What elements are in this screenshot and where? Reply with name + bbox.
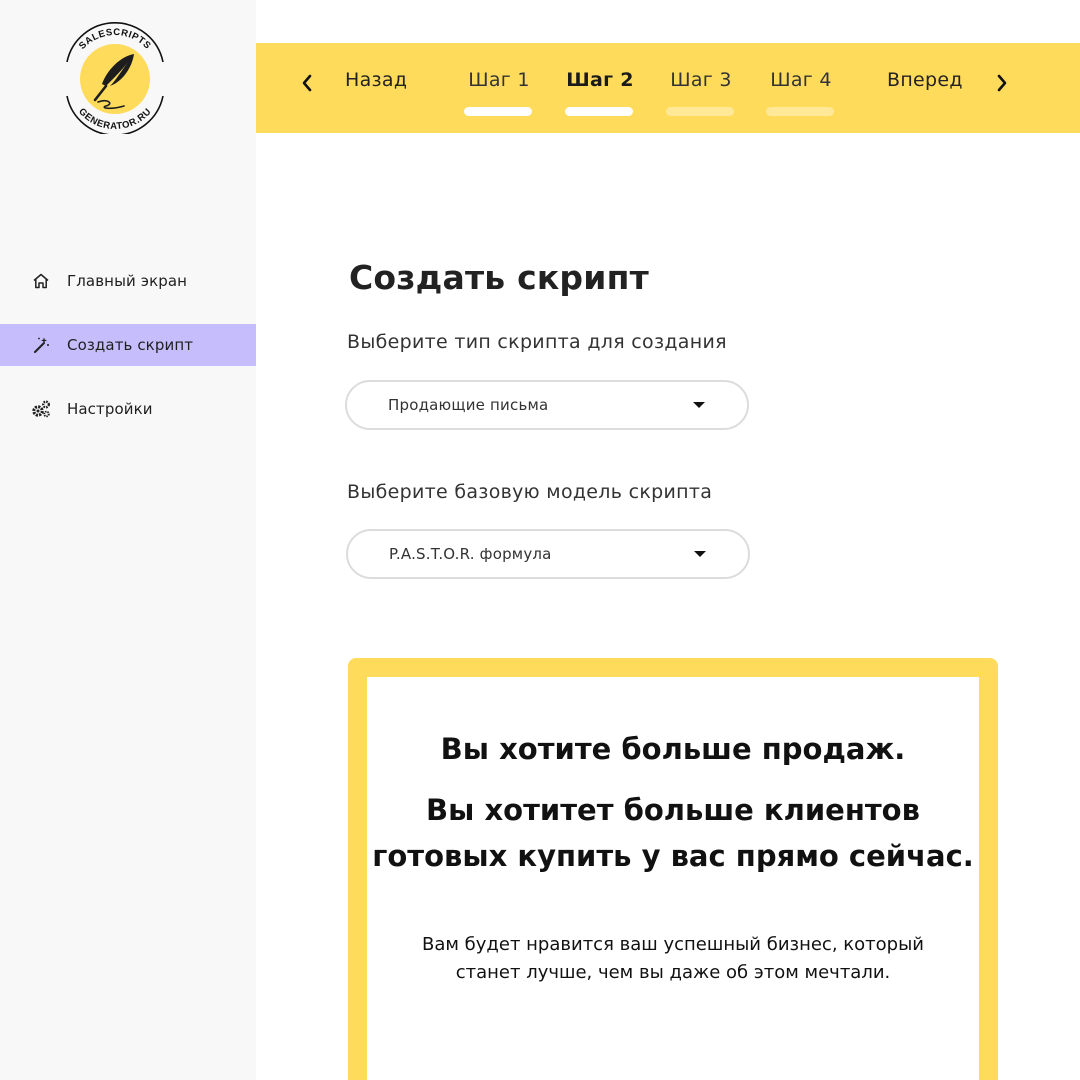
script-type-value: Продающие письма	[388, 396, 549, 414]
sidebar-item-create-script[interactable]: Создать скрипт	[0, 324, 256, 366]
preview-body-line: Вам будет нравится ваш успешный бизнес, …	[422, 934, 924, 955]
preview-headline-line: готовых купить у вас прямо сейчас.	[372, 839, 974, 873]
chevron-left-icon[interactable]	[297, 70, 317, 96]
preview-body-line: станет лучше, чем вы даже об этом мечтал…	[455, 962, 891, 983]
script-preview-content: Вы хотите больше продаж. Вы хотитет боль…	[367, 677, 979, 1080]
sidebar-item-home[interactable]: Главный экран	[0, 260, 256, 302]
script-type-label: Выберите тип скрипта для создания	[347, 331, 727, 353]
step-label: Шаг 2	[566, 69, 634, 91]
forward-button[interactable]: Вперед	[887, 69, 963, 91]
step-3[interactable]: Шаг 3	[666, 69, 736, 121]
step-label: Шаг 4	[770, 69, 832, 91]
script-type-select[interactable]: Продающие письма	[345, 380, 749, 430]
magic-wand-icon	[31, 335, 51, 355]
logo[interactable]: SALESCRIPTS GENERATOR.RU	[62, 22, 168, 136]
step-label: Шаг 3	[670, 69, 732, 91]
caret-down-icon	[694, 551, 706, 557]
caret-down-icon	[693, 402, 705, 408]
base-model-value: P.A.S.T.O.R. формула	[389, 545, 552, 563]
step-progress-bar	[565, 107, 633, 116]
sidebar-item-label: Настройки	[67, 400, 153, 418]
back-button[interactable]: Назад	[345, 69, 407, 91]
logo-badge-icon: SALESCRIPTS GENERATOR.RU	[66, 22, 164, 136]
base-model-select[interactable]: P.A.S.T.O.R. формула	[346, 529, 750, 579]
sidebar-item-label: Создать скрипт	[67, 336, 194, 354]
home-icon	[31, 271, 51, 291]
step-navigation-bar: Назад Шаг 1 Шаг 2 Шаг 3 Шаг 4 Вперед	[256, 43, 1080, 133]
preview-headline: Вы хотите больше продаж.	[440, 732, 906, 766]
sidebar-item-label: Главный экран	[67, 272, 188, 290]
preview-headline-line: Вы хотитет больше клиентов	[426, 793, 920, 827]
step-progress-bar	[666, 107, 734, 116]
gears-icon	[31, 399, 51, 419]
base-model-label: Выберите базовую модель скрипта	[347, 481, 713, 503]
step-label: Шаг 1	[468, 69, 530, 91]
script-preview-card: Вы хотите больше продаж. Вы хотитет боль…	[348, 658, 998, 1080]
step-progress-bar	[464, 107, 532, 116]
step-4[interactable]: Шаг 4	[766, 69, 836, 121]
step-2[interactable]: Шаг 2	[565, 69, 635, 121]
step-1[interactable]: Шаг 1	[464, 69, 534, 121]
page-title: Создать скрипт	[349, 258, 649, 297]
sidebar-item-settings[interactable]: Настройки	[0, 388, 256, 430]
step-progress-bar	[766, 107, 834, 116]
chevron-right-icon[interactable]	[992, 70, 1012, 96]
sidebar: SALESCRIPTS GENERATOR.RU Главный экран С…	[0, 0, 256, 1080]
